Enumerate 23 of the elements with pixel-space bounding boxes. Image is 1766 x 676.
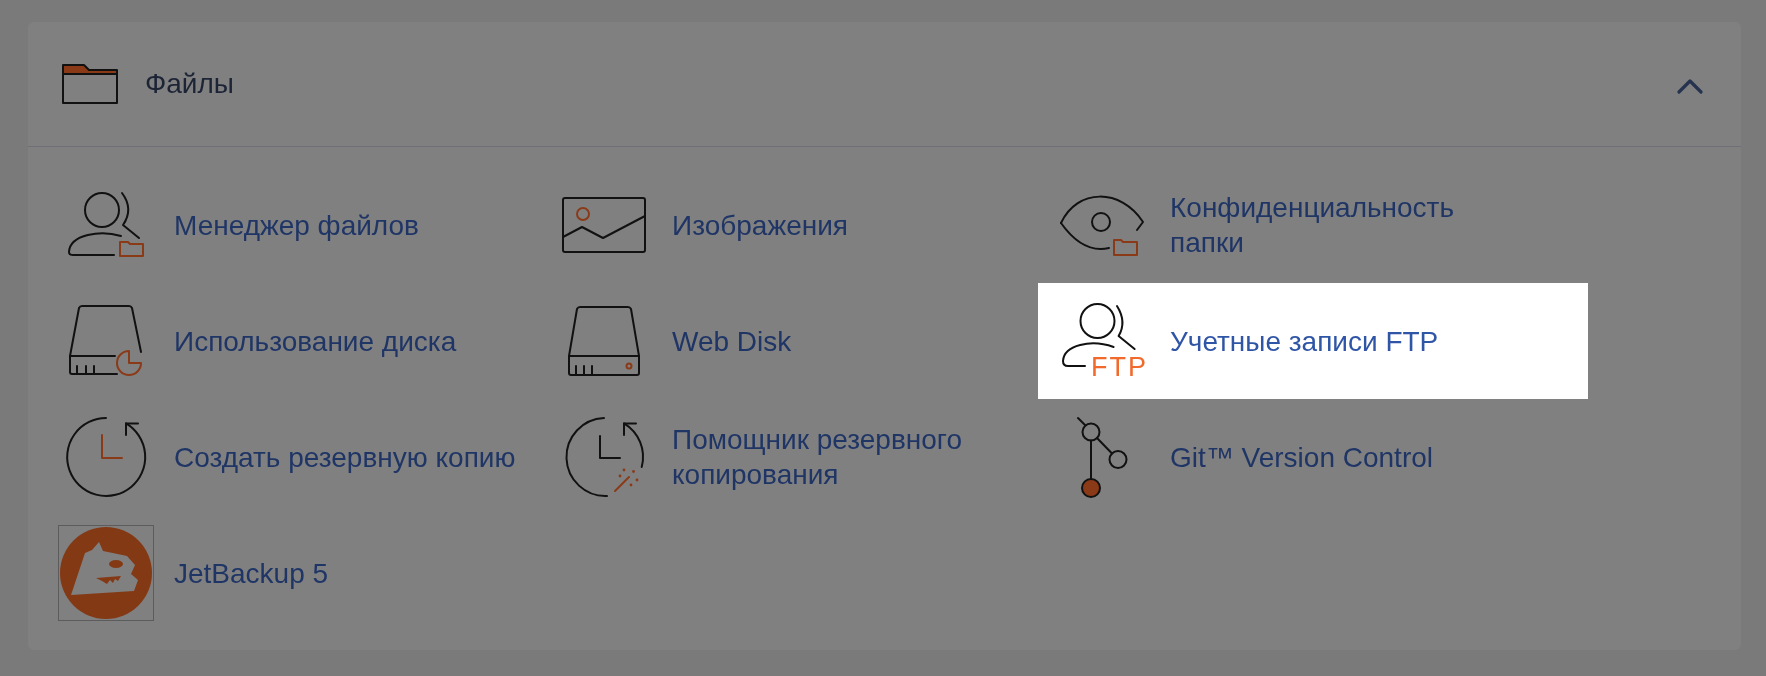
tool-link[interactable]: Менеджер файлов <box>42 167 540 283</box>
branch-icon <box>1075 415 1129 499</box>
tool-link[interactable]: Git™ Version Control <box>1038 399 1588 515</box>
tool-link[interactable]: JetBackup 5 <box>42 515 540 631</box>
tool-link[interactable]: Конфиденциальность папки <box>1038 167 1588 283</box>
clock-wand-icon <box>563 416 645 498</box>
tool-link[interactable]: Изображения <box>540 167 1038 283</box>
section-title: Файлы <box>145 68 234 100</box>
user-folder-icon <box>67 190 145 260</box>
chevron-up-icon[interactable] <box>1677 78 1703 94</box>
folder-icon <box>62 64 118 104</box>
image-icon <box>562 197 646 253</box>
tool-link[interactable]: Web Disk <box>540 283 1038 399</box>
eye-folder-icon <box>1059 194 1145 256</box>
tool-link[interactable]: FTP Учетные записи FTP <box>1038 283 1588 399</box>
tool-link[interactable]: Использование диска <box>42 283 540 399</box>
icon-label: FTP <box>1091 352 1148 382</box>
tool-link[interactable]: Создать резервную копию <box>42 399 540 515</box>
disk-drive-icon <box>568 306 640 376</box>
dragon-logo-icon <box>58 525 154 621</box>
disk-pie-chart-icon <box>69 305 143 377</box>
clock-arrow-icon <box>65 416 147 498</box>
tool-link[interactable]: Помощник резервного копирования <box>540 399 1038 515</box>
